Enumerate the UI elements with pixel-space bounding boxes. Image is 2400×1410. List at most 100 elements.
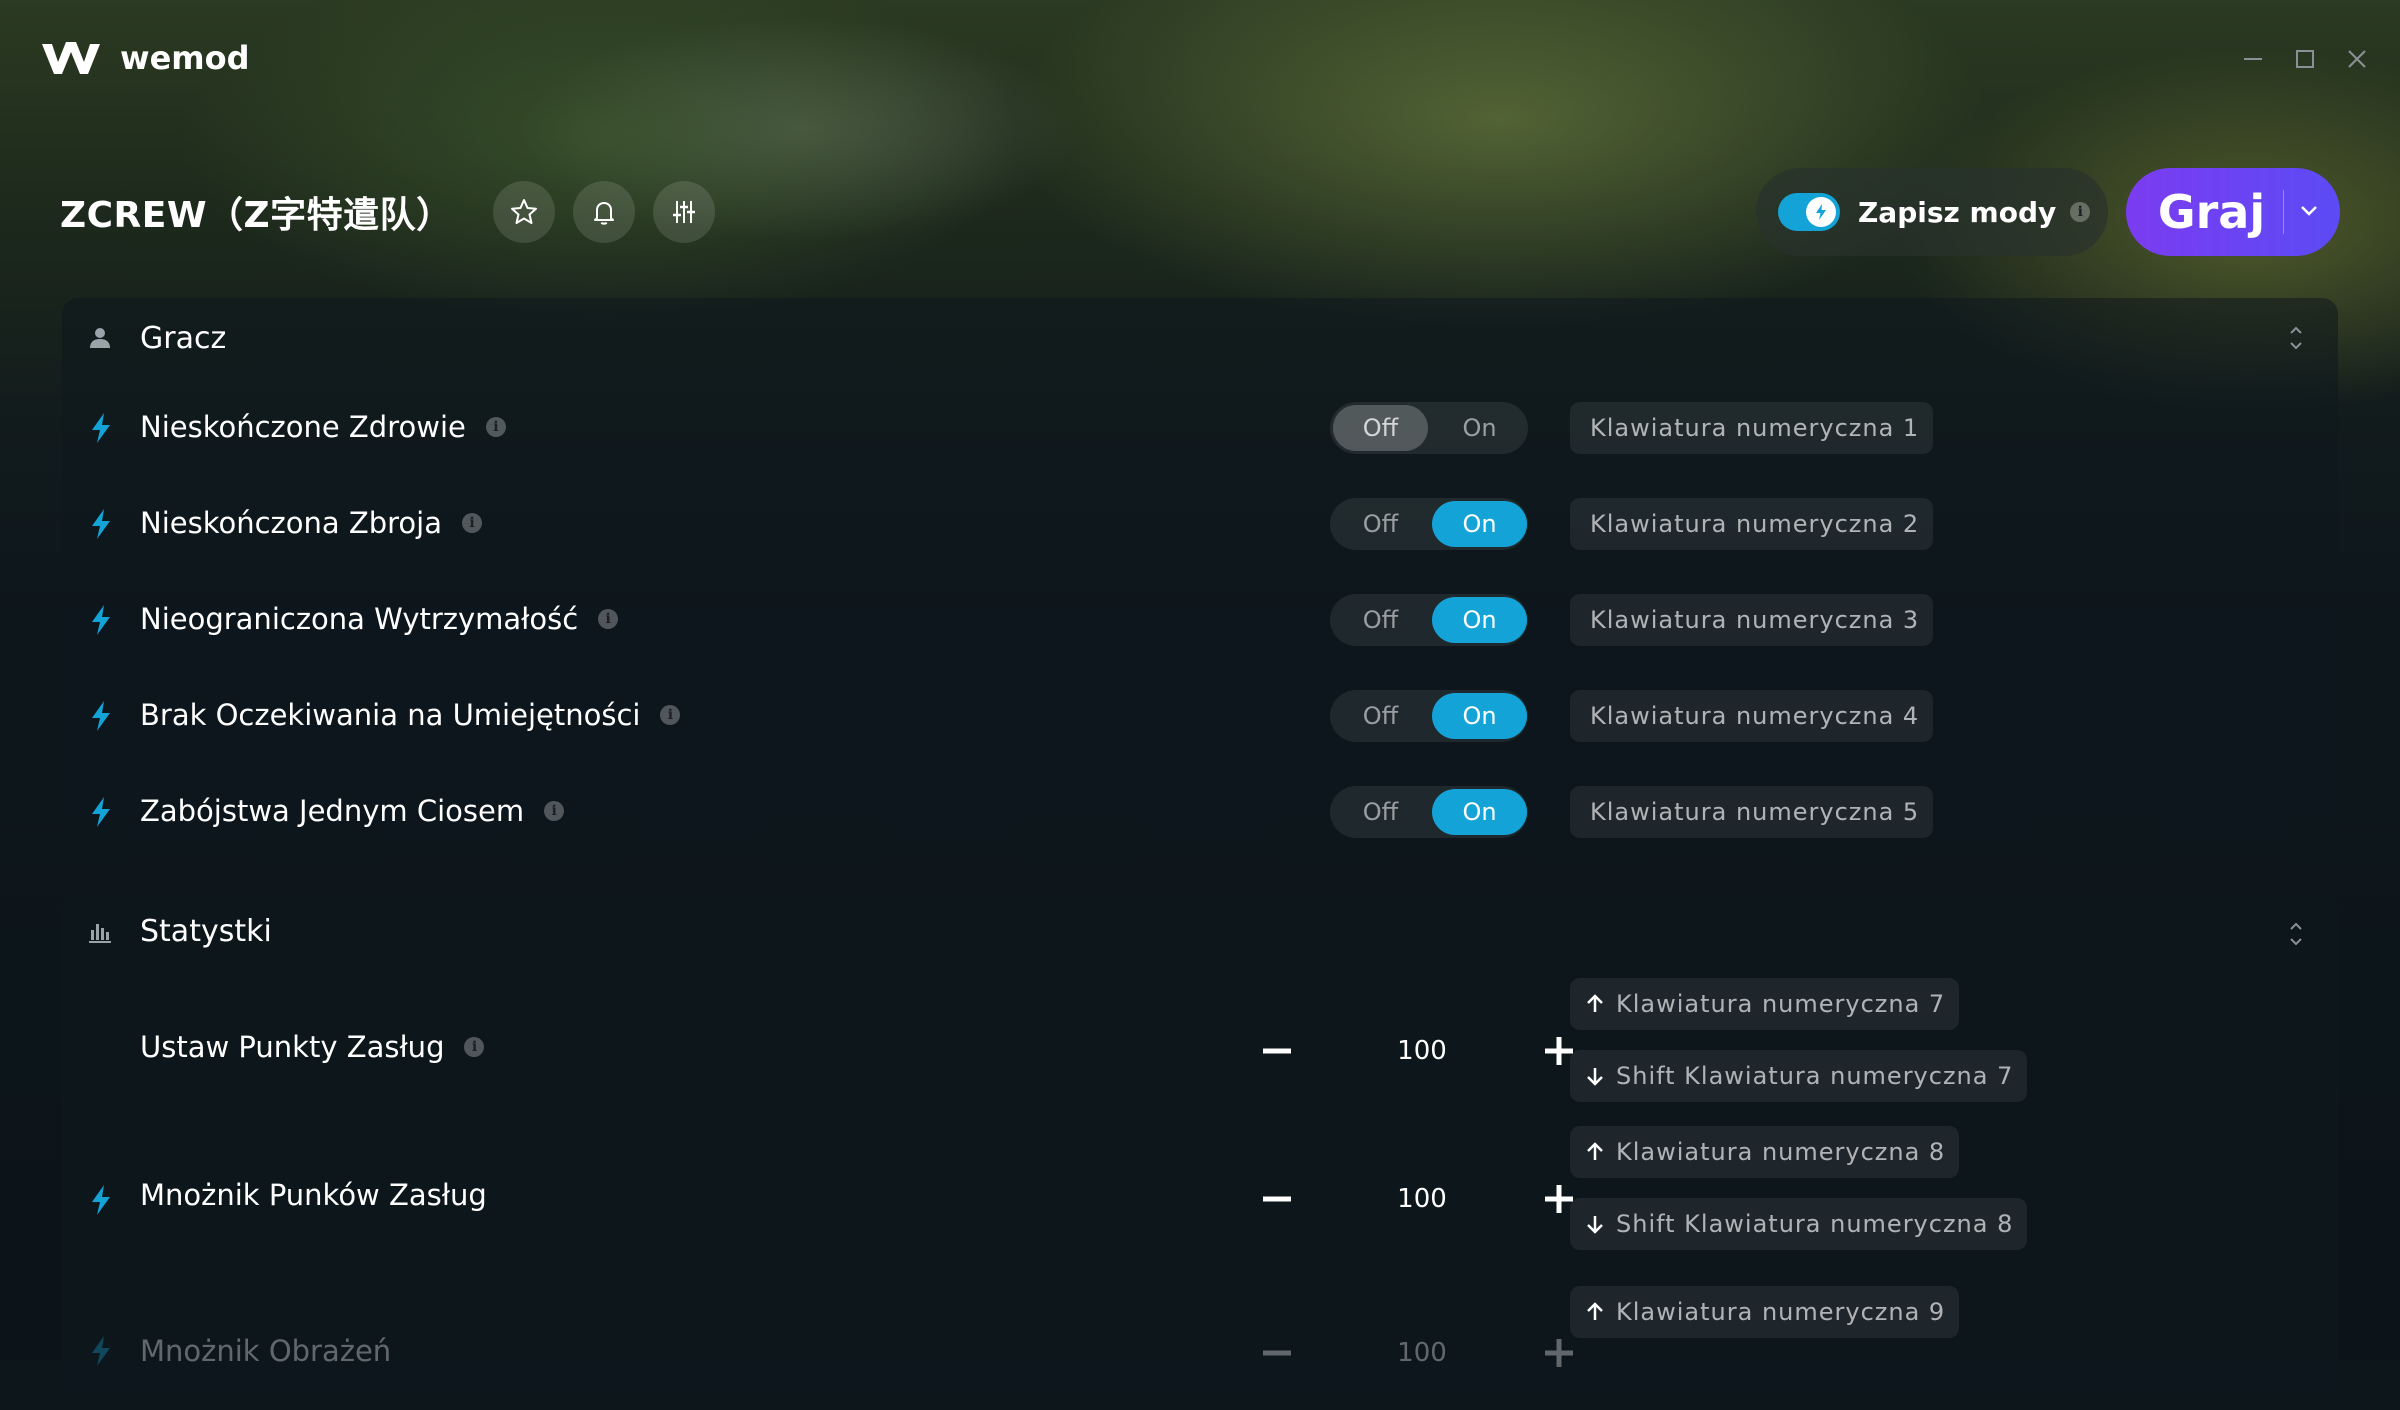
decrement-button[interactable] bbox=[1252, 1328, 1302, 1378]
mod-row: Nieograniczona Wytrzymałość i Off On Klaw… bbox=[62, 572, 2338, 668]
minimize-icon bbox=[2244, 58, 2262, 60]
collapse-section-button[interactable] bbox=[2284, 920, 2308, 948]
mod-label: Nieskończone Zdrowie bbox=[140, 410, 466, 444]
minus-icon bbox=[1263, 1048, 1291, 1054]
chevrons-collapse-icon bbox=[2290, 326, 2302, 350]
window-controls bbox=[2240, 46, 2370, 72]
chevron-down-icon bbox=[2301, 206, 2318, 216]
mod-info-icon[interactable]: i bbox=[544, 801, 565, 821]
toggle-off-option[interactable]: Off bbox=[1333, 405, 1428, 451]
mod-toggle[interactable]: Off On bbox=[1330, 690, 1528, 742]
hotkey-button[interactable]: Klawiatura numeryczna 4 bbox=[1570, 690, 1934, 742]
play-button[interactable]: Graj bbox=[2126, 168, 2340, 256]
game-title: ZCREW（Z字特遣队） bbox=[60, 195, 453, 236]
toggle-on-option[interactable]: On bbox=[1432, 693, 1527, 739]
section-gracz: Gracz Nieskończone Zdrowie i Off On Klawi… bbox=[62, 298, 2338, 854]
toggle-on-option[interactable]: On bbox=[1432, 789, 1527, 835]
hotkey-increase-button[interactable]: Klawiatura numeryczna 9 bbox=[1570, 1286, 1960, 1338]
mod-info-icon[interactable]: i bbox=[598, 609, 619, 629]
favorite-button[interactable] bbox=[492, 181, 555, 243]
arrow-up-icon bbox=[1584, 1301, 1606, 1323]
app-logo: wemod bbox=[40, 38, 250, 78]
arrow-down-icon bbox=[1584, 1065, 1606, 1087]
minus-icon bbox=[1263, 1350, 1291, 1356]
save-mods-info-icon[interactable]: i bbox=[2070, 202, 2091, 222]
section-title: Statystki bbox=[140, 913, 272, 949]
lightning-icon bbox=[88, 507, 116, 541]
mod-toggle[interactable]: Off On bbox=[1330, 594, 1528, 646]
number-stepper: 100 bbox=[1252, 1290, 1592, 1410]
collapse-section-button[interactable] bbox=[2284, 324, 2308, 352]
section-header[interactable]: Statystki bbox=[62, 894, 2338, 968]
close-button[interactable] bbox=[2344, 46, 2370, 72]
mod-label: Nieskończona Zbroja bbox=[140, 506, 442, 540]
close-icon bbox=[2348, 50, 2366, 68]
mod-info-icon[interactable]: i bbox=[485, 417, 506, 437]
stat-row: Mnożnik Obrażeń 100 Klawiatura numeryczn… bbox=[62, 1286, 2338, 1410]
toggle-on-option[interactable]: On bbox=[1432, 597, 1527, 643]
play-options-chevron[interactable] bbox=[2298, 199, 2320, 225]
hotkey-decrease-button[interactable]: Shift Klawiatura numeryczna 7 bbox=[1570, 1050, 2028, 1102]
notifications-button[interactable] bbox=[572, 181, 635, 243]
mod-toggle[interactable]: Off On bbox=[1330, 402, 1528, 454]
lightning-icon bbox=[88, 1183, 116, 1217]
mod-row: Zabójstwa Jednym Ciosem i Off On Klawiatu… bbox=[62, 764, 2338, 860]
mod-row: Nieskończona Zbroja i Off On Klawiatura n… bbox=[62, 476, 2338, 572]
decrement-button[interactable] bbox=[1252, 1174, 1302, 1224]
mod-toggle[interactable]: Off On bbox=[1330, 786, 1528, 838]
plus-icon bbox=[1545, 1339, 1573, 1367]
lightning-icon bbox=[88, 795, 116, 829]
decrement-button[interactable] bbox=[1252, 1026, 1302, 1076]
number-stepper: 100 bbox=[1252, 1126, 1592, 1274]
play-label: Graj bbox=[2157, 185, 2266, 239]
save-mods-control[interactable]: Zapisz mody i bbox=[1756, 168, 2108, 256]
wemod-logo-icon bbox=[42, 42, 100, 74]
chevrons-collapse-icon bbox=[2290, 922, 2302, 946]
mod-label: Mnożnik Obrażeń bbox=[140, 1334, 392, 1368]
toggle-on-option[interactable]: On bbox=[1432, 405, 1527, 451]
mod-row: Nieskończone Zdrowie i Off On Klawiatura … bbox=[62, 380, 2338, 476]
lightning-icon bbox=[88, 411, 116, 445]
maximize-button[interactable] bbox=[2292, 46, 2318, 72]
mod-toggle[interactable]: Off On bbox=[1330, 498, 1528, 550]
toggle-on-option[interactable]: On bbox=[1432, 501, 1527, 547]
minimize-button[interactable] bbox=[2240, 46, 2266, 72]
toggle-off-option[interactable]: Off bbox=[1333, 597, 1428, 643]
lightning-icon bbox=[88, 699, 116, 733]
number-stepper: 100 bbox=[1252, 978, 1592, 1126]
app-name: wemod bbox=[120, 39, 250, 77]
toggle-off-option[interactable]: Off bbox=[1333, 501, 1428, 547]
bell-icon bbox=[593, 202, 614, 225]
stat-row: Mnożnik Punków Zasług 100 Klawiatura num… bbox=[62, 1126, 2338, 1274]
arrow-up-icon bbox=[1584, 1141, 1606, 1163]
section-header[interactable]: Gracz bbox=[62, 298, 2338, 378]
lightning-icon bbox=[88, 603, 116, 637]
hotkey-button[interactable]: Klawiatura numeryczna 2 bbox=[1570, 498, 1934, 550]
save-mods-toggle[interactable] bbox=[1778, 193, 1840, 231]
stepper-value[interactable]: 100 bbox=[1332, 1184, 1512, 1214]
hotkey-increase-button[interactable]: Klawiatura numeryczna 8 bbox=[1570, 1126, 1960, 1178]
mod-info-icon[interactable]: i bbox=[660, 705, 681, 725]
stepper-value[interactable]: 100 bbox=[1332, 1036, 1512, 1066]
hotkey-button[interactable]: Klawiatura numeryczna 3 bbox=[1570, 594, 1934, 646]
mod-label: Ustaw Punkty Zasług bbox=[140, 1030, 445, 1064]
hotkey-label: Klawiatura numeryczna 8 bbox=[1616, 1138, 1946, 1166]
mod-info-icon[interactable]: i bbox=[462, 513, 482, 533]
user-icon bbox=[86, 324, 114, 352]
mod-label: Nieograniczona Wytrzymałość bbox=[140, 602, 579, 636]
sliders-icon bbox=[672, 201, 695, 223]
mod-label: Brak Oczekiwania na Umiejętności bbox=[140, 698, 641, 732]
arrow-down-icon bbox=[1584, 1213, 1606, 1235]
hotkey-decrease-button[interactable]: Shift Klawiatura numeryczna 8 bbox=[1570, 1198, 2028, 1250]
mod-info-icon[interactable]: i bbox=[464, 1037, 485, 1057]
hotkey-label: Shift Klawiatura numeryczna 8 bbox=[1616, 1210, 2014, 1238]
mod-settings-button[interactable] bbox=[652, 181, 715, 243]
mod-row: Brak Oczekiwania na Umiejętności i Off On… bbox=[62, 668, 2338, 764]
toggle-off-option[interactable]: Off bbox=[1333, 693, 1428, 739]
hotkey-increase-button[interactable]: Klawiatura numeryczna 7 bbox=[1570, 978, 1960, 1030]
hotkey-button[interactable]: Klawiatura numeryczna 5 bbox=[1570, 786, 1934, 838]
stepper-value[interactable]: 100 bbox=[1332, 1338, 1512, 1368]
maximize-icon bbox=[2296, 50, 2314, 68]
hotkey-button[interactable]: Klawiatura numeryczna 1 bbox=[1570, 402, 1934, 454]
toggle-off-option[interactable]: Off bbox=[1333, 789, 1428, 835]
